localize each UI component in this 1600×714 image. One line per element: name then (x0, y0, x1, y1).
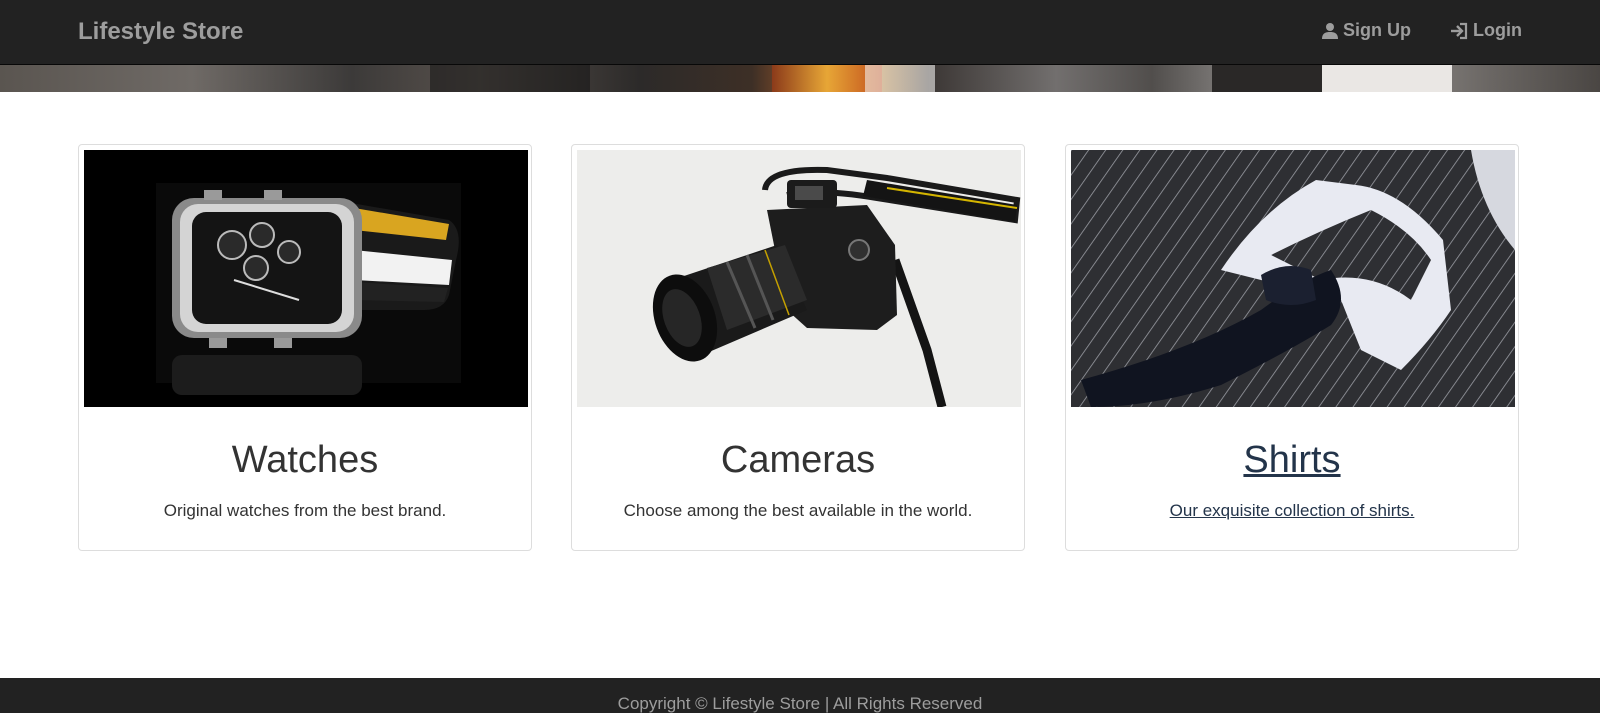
login-icon (1449, 22, 1469, 40)
watch-photo (84, 150, 528, 407)
product-title: Watches (231, 439, 379, 481)
signup-link[interactable]: Sign Up (1321, 20, 1411, 41)
login-label: Login (1473, 20, 1522, 40)
user-icon (1321, 22, 1339, 40)
product-description: Choose among the best available in the w… (623, 501, 973, 520)
signup-label: Sign Up (1343, 20, 1412, 40)
product-title: Cameras (720, 439, 876, 481)
product-card-shirts[interactable]: Shirts Our exquisite collection of shirt… (1065, 144, 1519, 551)
navbar: Lifestyle Store Sign Up Login (0, 0, 1600, 65)
shirt-photo (1071, 150, 1515, 407)
product-title: Shirts (1243, 439, 1341, 481)
product-card-cameras[interactable]: Cameras Choose among the best available … (571, 144, 1025, 551)
banner-image (0, 65, 1600, 92)
brand-link[interactable]: Lifestyle Store (78, 18, 243, 46)
product-card-watches[interactable]: Watches Original watches from the best b… (78, 144, 532, 551)
product-description: Our exquisite collection of shirts. (1169, 501, 1415, 520)
footer: Copyright © Lifestyle Store | All Rights… (0, 678, 1600, 713)
product-description: Original watches from the best brand. (163, 501, 447, 520)
nav-right: Sign Up Login (1321, 20, 1522, 41)
camera-photo (577, 150, 1021, 407)
login-link[interactable]: Login (1449, 20, 1522, 41)
copyright-text: Copyright © Lifestyle Store | All Rights… (617, 694, 983, 713)
